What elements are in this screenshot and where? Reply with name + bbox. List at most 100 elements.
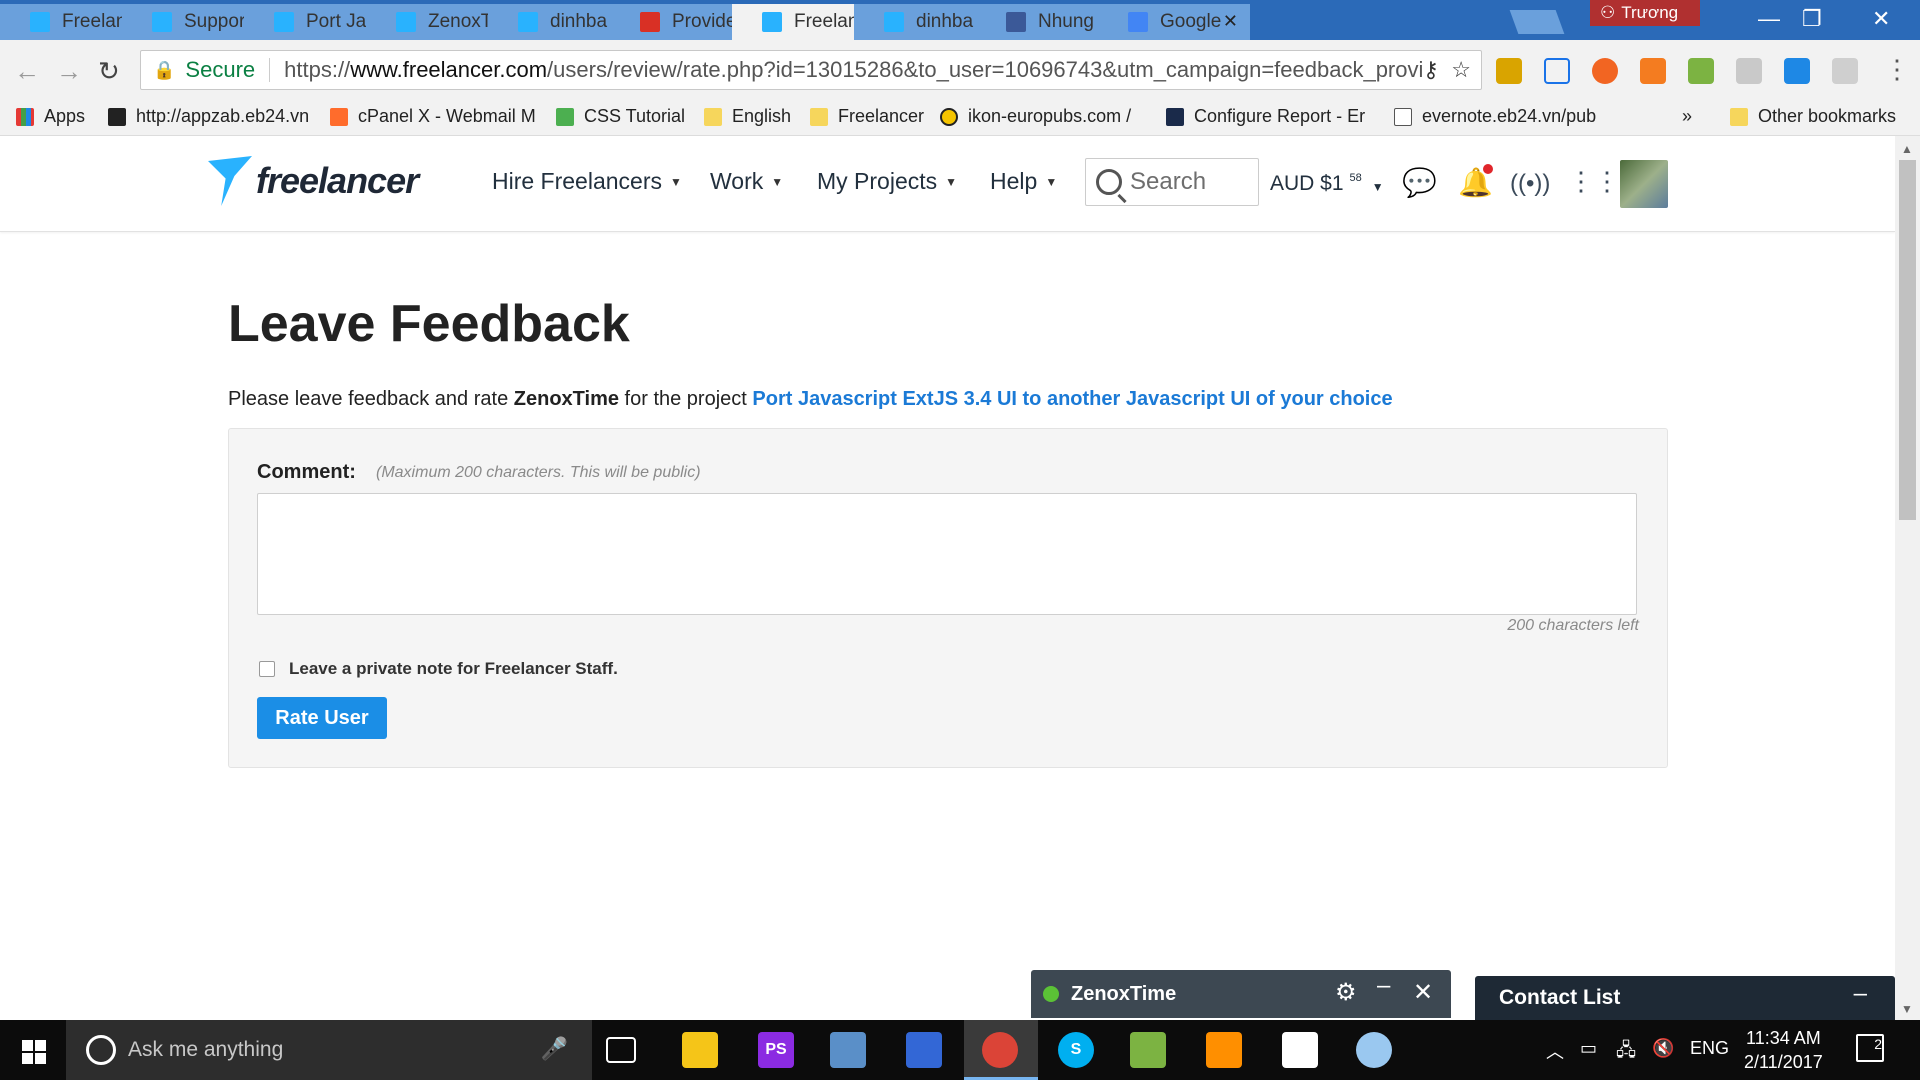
google-translate-icon (1128, 12, 1148, 32)
contact-list-title: Contact List (1499, 986, 1621, 1009)
bookmark-folder[interactable]: Freelancer (810, 106, 924, 127)
task-view-icon[interactable] (606, 1037, 636, 1063)
battery-icon[interactable]: ▭ (1580, 1038, 1597, 1059)
notepadpp-icon[interactable] (1130, 1032, 1166, 1068)
scroll-up-icon[interactable]: ▲ (1901, 142, 1913, 156)
chrome-icon[interactable] (982, 1032, 1018, 1068)
rate-user-button[interactable]: Rate User (257, 697, 387, 739)
volume-muted-icon[interactable]: 🔇 (1652, 1038, 1674, 1059)
project-link[interactable]: Port Javascript ExtJS 3.4 UI to another … (752, 388, 1392, 410)
bookmark-item[interactable]: Configure Report - Er (1166, 106, 1365, 127)
comment-textarea[interactable] (257, 493, 1637, 615)
bookmark-item[interactable]: CSS Tutorial (556, 106, 685, 127)
skype-extension-icon[interactable] (1784, 58, 1810, 84)
lock-app-icon[interactable] (830, 1032, 866, 1068)
private-note-checkbox[interactable] (259, 661, 275, 677)
bookmark-star-icon[interactable]: ☆ (1451, 57, 1471, 82)
report-icon (1166, 107, 1184, 126)
page-scrollbar[interactable]: ▲ ▼ (1895, 136, 1920, 1020)
chat-window-header[interactable]: ZenoxTime ⚙ – ✕ (1031, 970, 1451, 1018)
shield-icon[interactable] (1736, 58, 1762, 84)
close-window-icon[interactable]: ✕ (1872, 6, 1890, 32)
other-bookmarks[interactable]: Other bookmarks (1730, 106, 1896, 127)
omnibox-actions: ⚷ ☆ (1423, 57, 1471, 83)
intro-text: for the project (618, 388, 753, 410)
forward-icon[interactable]: → (56, 56, 82, 87)
freelancer-icon (884, 12, 904, 32)
chevron-up-icon[interactable]: ︿ (1546, 1038, 1564, 1064)
file-explorer-icon[interactable] (682, 1032, 718, 1068)
bookmark-item[interactable]: evernote.eb24.vn/pub (1394, 106, 1596, 127)
logo-text: freelancer (256, 160, 419, 201)
chrome-menu-icon[interactable]: ⋮ (1884, 54, 1910, 85)
profile-button[interactable]: ⚇ Trương (1590, 0, 1700, 26)
screenshot-extension-icon[interactable] (1544, 58, 1570, 84)
nav-label: My Projects (817, 168, 938, 194)
contact-list-bar[interactable]: Contact List – (1475, 976, 1895, 1020)
minimize-icon[interactable]: — (1758, 6, 1780, 32)
windows-taskbar: Ask me anything 🎤 PS S ︿ ▭ 🖧 🔇 ENG 11:34… (0, 1020, 1920, 1080)
browser-tab[interactable]: Google ✕ (1098, 4, 1250, 40)
scrollbar-thumb[interactable] (1899, 160, 1916, 520)
key-icon[interactable]: ⚷ (1423, 57, 1439, 82)
gear-icon[interactable]: ⚙ (1335, 978, 1357, 1007)
minimize-icon[interactable]: – (1854, 980, 1867, 1008)
bookmark-item[interactable]: http://appzab.eb24.vn (108, 106, 309, 127)
system-clock[interactable]: 11:34 AM 2/11/2017 (1744, 1026, 1823, 1074)
new-tab-button[interactable] (1509, 10, 1565, 34)
messages-icon[interactable]: 💬 (1402, 166, 1437, 199)
caret-down-icon: ▼ (670, 174, 682, 189)
network-icon[interactable]: 🖧 (1616, 1038, 1636, 1068)
microphone-icon[interactable]: 🎤 (541, 1036, 568, 1062)
cortana-icon (86, 1035, 116, 1065)
close-chat-icon[interactable]: ✕ (1413, 978, 1433, 1007)
bookmark-folder[interactable]: English (704, 106, 791, 127)
network-app-icon[interactable] (906, 1032, 942, 1068)
site-search[interactable]: Search (1085, 158, 1259, 206)
color-picker-icon[interactable] (1688, 58, 1714, 84)
w3schools-icon (556, 107, 574, 126)
balance-dropdown[interactable]: AUD $1 58 ▼ (1270, 172, 1384, 196)
extension-icon[interactable] (1592, 58, 1618, 84)
action-center-icon[interactable]: 2 (1856, 1034, 1884, 1062)
folder-icon (810, 107, 828, 126)
reload-icon[interactable]: ↻ (98, 56, 120, 87)
rss-icon[interactable] (1640, 58, 1666, 84)
nav-help[interactable]: Help ▼ (990, 168, 1057, 195)
back-icon[interactable]: ← (14, 56, 40, 87)
nav-my-projects[interactable]: My Projects ▼ (817, 168, 957, 195)
skype-icon[interactable]: S (1058, 1032, 1094, 1068)
extension-icon[interactable] (1832, 58, 1858, 84)
close-icon[interactable]: ✕ (1223, 11, 1238, 32)
input-language[interactable]: ENG (1690, 1038, 1729, 1059)
nav-work[interactable]: Work ▼ (710, 168, 783, 195)
browser-tab-strip: Freelan ✕ Suppor ✕ Port Ja ✕ ZenoxT ✕ di… (0, 0, 1920, 40)
photos-icon[interactable] (1282, 1032, 1318, 1068)
scroll-down-icon[interactable]: ▼ (1901, 1002, 1913, 1016)
restore-icon[interactable]: ❐ (1802, 6, 1822, 32)
caret-down-icon: ▼ (771, 174, 784, 189)
windows-start-icon[interactable] (22, 1040, 46, 1064)
cpanel-icon (330, 107, 348, 126)
user-avatar[interactable] (1620, 160, 1668, 208)
chevron-double-right-icon: » (1682, 106, 1693, 126)
bookmark-item[interactable]: cPanel X - Webmail M (330, 106, 536, 127)
balance-cents: 58 (1349, 172, 1362, 184)
pdf-app-icon[interactable] (1206, 1032, 1242, 1068)
extension-icon[interactable] (1496, 58, 1522, 84)
bookmark-label: Freelancer (838, 106, 925, 126)
nav-hire-freelancers[interactable]: Hire Freelancers ▼ (492, 168, 682, 195)
bookmark-item[interactable]: ikon-europubs.com / (940, 106, 1131, 127)
freelancer-logo[interactable]: freelancer (208, 156, 419, 206)
cortana-placeholder: Ask me anything (128, 1038, 284, 1061)
minimize-chat-icon[interactable]: – (1377, 972, 1390, 1000)
phpstorm-icon[interactable]: PS (758, 1032, 794, 1068)
cortana-search-box[interactable]: Ask me anything 🎤 (66, 1020, 592, 1080)
address-bar[interactable]: 🔒 Secure https://www.freelancer.com/user… (140, 50, 1482, 90)
bookmarks-overflow[interactable]: » (1682, 106, 1692, 127)
paint-icon[interactable] (1356, 1032, 1392, 1068)
updates-broadcast-icon[interactable]: ((•)) (1510, 170, 1550, 198)
private-note-label[interactable]: Leave a private note for Freelancer Staf… (289, 659, 618, 679)
url-text[interactable]: https://www.freelancer.com/users/review/… (284, 57, 1424, 83)
bookmark-apps[interactable]: Apps (16, 106, 85, 127)
